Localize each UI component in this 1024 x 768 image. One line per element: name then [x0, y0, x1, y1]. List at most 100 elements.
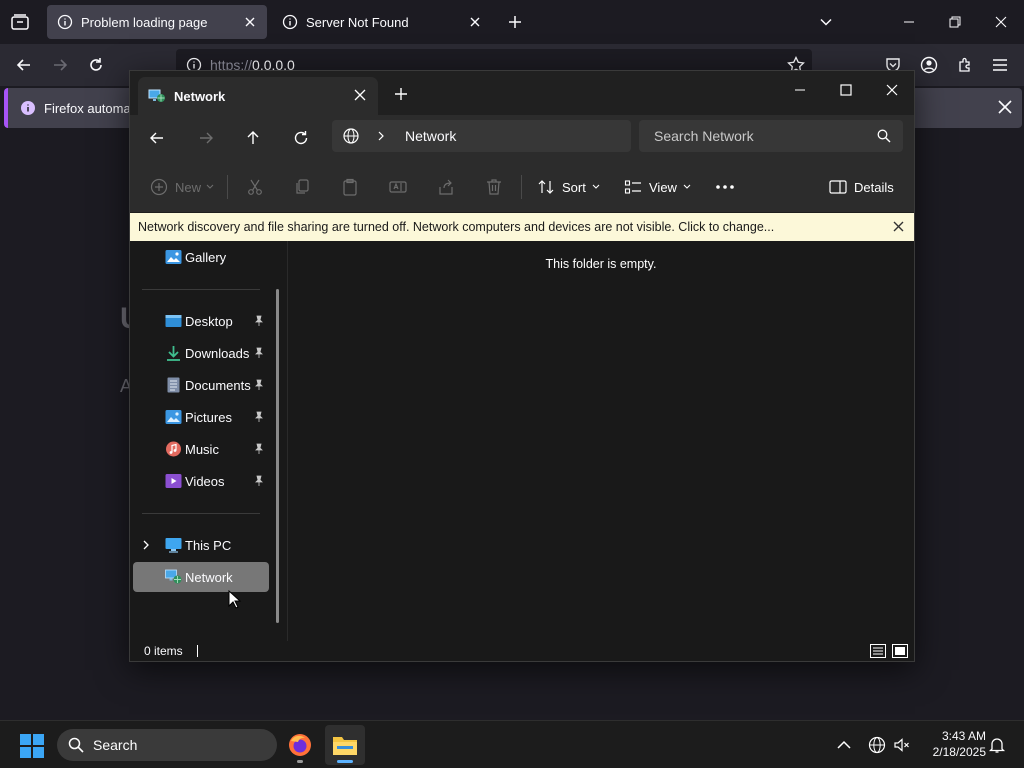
more-dots-icon	[716, 185, 734, 189]
close-icon[interactable]	[893, 221, 904, 232]
search-box[interactable]: Search Network	[639, 120, 903, 152]
address-bar[interactable]: Network	[332, 120, 631, 152]
nav-item-gallery[interactable]: Gallery	[133, 242, 269, 272]
info-icon	[282, 14, 298, 30]
details-label: Details	[854, 179, 894, 195]
nav-item-this-pc[interactable]: This PC	[133, 530, 269, 560]
mouse-pointer-icon	[228, 590, 242, 609]
share-button[interactable]	[437, 175, 455, 199]
pin-icon[interactable]	[254, 315, 264, 327]
taskbar-search[interactable]: Search	[57, 729, 277, 761]
firefox-view-icon[interactable]	[8, 10, 32, 34]
maximize-button[interactable]	[823, 75, 869, 105]
explorer-address-row: Network Search Network	[130, 115, 914, 161]
delete-button[interactable]	[485, 175, 503, 199]
large-icons-view-icon[interactable]	[892, 644, 908, 658]
see-more-button[interactable]	[715, 175, 735, 199]
nav-item-desktop[interactable]: Desktop	[133, 306, 269, 336]
details-pane-button[interactable]: Details	[829, 175, 894, 199]
running-indicator	[297, 760, 303, 763]
pin-icon[interactable]	[254, 379, 264, 391]
nav-item-videos[interactable]: Videos	[133, 466, 269, 496]
browser-back-icon[interactable]	[12, 53, 36, 77]
rename-button[interactable]	[389, 175, 407, 199]
pin-icon[interactable]	[254, 411, 264, 423]
browser-tab-problem-loading[interactable]: Problem loading page	[47, 5, 267, 39]
new-button[interactable]: New	[150, 175, 214, 199]
list-tabs-chevron-icon[interactable]	[814, 10, 838, 34]
network-discovery-infobar[interactable]: Network discovery and file sharing are t…	[130, 213, 914, 241]
paste-button[interactable]	[341, 175, 359, 199]
taskbar-file-explorer[interactable]	[325, 725, 365, 765]
browser-close-icon[interactable]	[989, 10, 1013, 34]
globe-icon	[868, 736, 886, 754]
browser-restore-icon[interactable]	[943, 10, 967, 34]
up-button[interactable]	[242, 127, 264, 149]
forward-button[interactable]	[195, 127, 217, 149]
nav-item-music[interactable]: Music	[133, 434, 269, 464]
nav-label: This PC	[185, 537, 232, 553]
bell-icon	[988, 738, 1006, 753]
pin-icon[interactable]	[254, 443, 264, 455]
cut-button[interactable]	[246, 175, 264, 199]
share-icon	[439, 179, 453, 195]
network-tray-button[interactable]	[868, 736, 886, 754]
chevron-right-icon[interactable]	[376, 130, 386, 142]
close-icon[interactable]	[468, 15, 482, 29]
account-icon[interactable]	[917, 53, 941, 77]
chevron-right-icon[interactable]	[141, 540, 151, 550]
breadcrumb-network[interactable]: Network	[405, 128, 456, 144]
start-button[interactable]	[20, 734, 44, 758]
close-icon[interactable]	[998, 100, 1012, 114]
plus-circle-icon	[150, 178, 168, 196]
file-explorer-window: Network Network Search Network New Sort …	[129, 70, 915, 662]
close-icon[interactable]	[243, 15, 257, 29]
navigation-pane: Gallery Desktop Downloads Documents Pict…	[130, 241, 280, 641]
nav-item-network[interactable]: Network	[133, 562, 269, 592]
nav-item-pictures[interactable]: Pictures	[133, 402, 269, 432]
explorer-tab-network[interactable]: Network	[138, 77, 378, 115]
explorer-body: Gallery Desktop Downloads Documents Pict…	[130, 241, 914, 641]
tab-title: Problem loading page	[81, 14, 208, 30]
pane-splitter[interactable]	[287, 241, 288, 641]
paste-icon	[343, 178, 357, 196]
sort-button[interactable]: Sort	[537, 175, 600, 199]
nav-label: Gallery	[185, 249, 227, 265]
volume-muted-icon	[894, 738, 909, 752]
tab-title: Server Not Found	[306, 14, 409, 30]
show-hidden-icons-button[interactable]	[836, 737, 852, 753]
close-icon	[886, 84, 898, 96]
minimize-button[interactable]	[777, 75, 823, 105]
taskbar-clock[interactable]: 3:43 AM 2/18/2025	[918, 728, 986, 760]
browser-tab-server-not-found[interactable]: Server Not Found	[272, 5, 492, 39]
refresh-icon	[294, 131, 308, 145]
close-icon[interactable]	[354, 89, 366, 101]
copy-button[interactable]	[293, 175, 311, 199]
menu-hamburger-icon[interactable]	[988, 53, 1012, 77]
back-button[interactable]	[146, 127, 168, 149]
browser-reload-icon[interactable]	[84, 53, 108, 77]
close-button[interactable]	[869, 75, 915, 105]
details-view-icon[interactable]	[870, 644, 886, 658]
folder-icon	[333, 737, 357, 755]
volume-tray-button[interactable]	[893, 736, 911, 754]
browser-forward-icon[interactable]	[48, 53, 72, 77]
extensions-icon[interactable]	[953, 53, 977, 77]
desktop-icon	[165, 315, 182, 327]
view-button[interactable]: View	[624, 175, 691, 199]
nav-pane-scrollbar[interactable]	[276, 289, 279, 623]
pin-icon[interactable]	[254, 475, 264, 487]
infobar-message[interactable]: Network discovery and file sharing are t…	[138, 220, 774, 234]
tab-title: Network	[174, 88, 226, 104]
notifications-button[interactable]	[988, 736, 1006, 754]
refresh-button[interactable]	[290, 127, 312, 149]
nav-item-downloads[interactable]: Downloads	[133, 338, 269, 368]
taskbar-firefox[interactable]	[280, 725, 320, 765]
nav-item-documents[interactable]: Documents	[133, 370, 269, 400]
pin-icon[interactable]	[254, 347, 264, 359]
browser-minimize-icon[interactable]	[897, 10, 921, 34]
new-tab-icon[interactable]	[392, 85, 410, 103]
explorer-title-bar: Network	[130, 71, 914, 115]
nav-label: Downloads	[185, 345, 250, 361]
new-tab-button[interactable]	[503, 10, 527, 34]
